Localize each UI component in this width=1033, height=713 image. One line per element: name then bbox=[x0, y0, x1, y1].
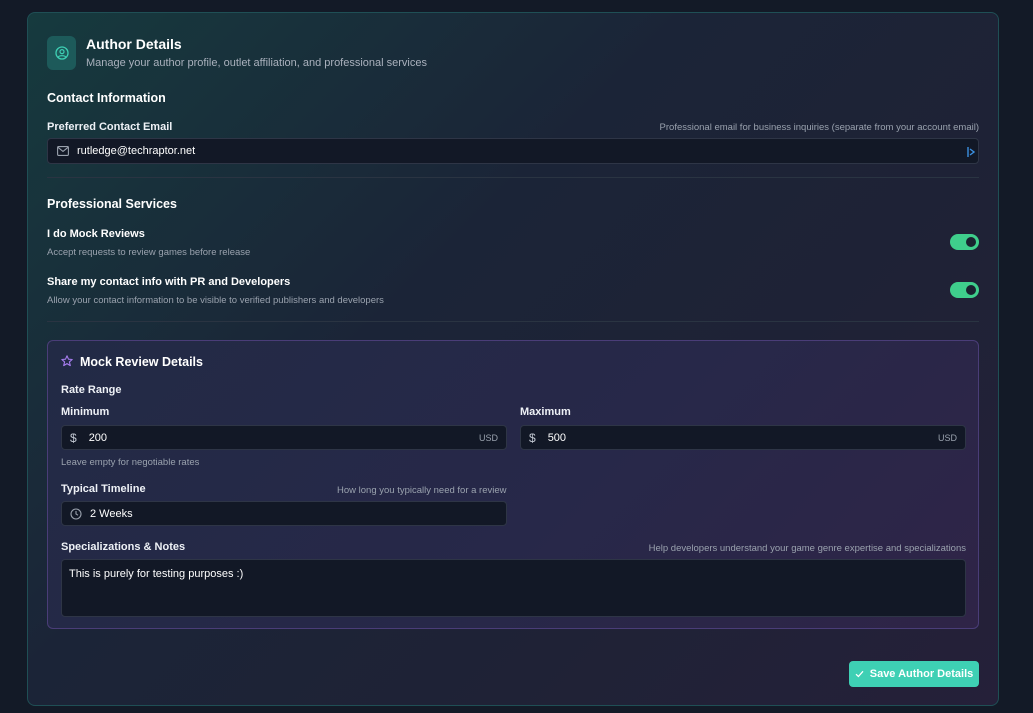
maximum-rate-value: 500 bbox=[547, 431, 567, 444]
notes-textarea[interactable]: This is purely for testing purposes :) bbox=[61, 559, 966, 617]
share-contact-description: Allow your contact information to be vis… bbox=[47, 295, 384, 306]
share-contact-title: Share my contact info with PR and Develo… bbox=[47, 276, 291, 288]
maximum-unit: USD bbox=[937, 432, 957, 443]
timeline-select[interactable]: 2 Weeks bbox=[61, 501, 507, 526]
autofill-icon bbox=[967, 146, 975, 158]
maximum-label: Maximum bbox=[520, 406, 571, 418]
email-label: Preferred Contact Email bbox=[47, 121, 173, 133]
dollar-icon: $ bbox=[529, 430, 536, 445]
contact-section-title: Contact Information bbox=[47, 91, 166, 105]
star-icon bbox=[61, 355, 73, 367]
mock-reviews-description: Accept requests to review games before r… bbox=[47, 247, 251, 258]
page-title: Author Details bbox=[86, 36, 182, 52]
services-section-title: Professional Services bbox=[47, 197, 177, 211]
save-button-label: Save Author Details bbox=[869, 668, 974, 680]
rate-hint: Leave empty for negotiable rates bbox=[61, 457, 200, 468]
divider bbox=[47, 177, 979, 178]
email-value: rutledge@techraptor.net bbox=[77, 145, 196, 157]
check-icon bbox=[855, 670, 864, 678]
share-contact-toggle[interactable] bbox=[950, 282, 979, 298]
mail-icon bbox=[57, 146, 69, 156]
timeline-value: 2 Weeks bbox=[90, 507, 133, 520]
toggle-knob bbox=[966, 237, 976, 247]
rate-range-label: Rate Range bbox=[61, 384, 122, 396]
notes-label: Specializations & Notes bbox=[61, 541, 186, 553]
mock-reviews-toggle[interactable] bbox=[950, 234, 979, 250]
mock-review-panel: Mock Review Details Rate Range Minimum $… bbox=[47, 340, 979, 629]
email-hint: Professional email for business inquirie… bbox=[659, 122, 979, 133]
minimum-rate-input[interactable]: $ 200 USD bbox=[61, 425, 507, 450]
email-field[interactable]: rutledge@techraptor.net bbox=[47, 138, 979, 164]
author-details-card: Author Details Manage your author profil… bbox=[27, 12, 999, 706]
mock-reviews-title: I do Mock Reviews bbox=[47, 228, 145, 240]
page-subtitle: Manage your author profile, outlet affil… bbox=[86, 57, 427, 69]
divider bbox=[47, 321, 979, 322]
minimum-label: Minimum bbox=[61, 406, 110, 418]
mock-review-title: Mock Review Details bbox=[80, 355, 203, 369]
toggle-knob bbox=[966, 285, 976, 295]
notes-hint: Help developers understand your game gen… bbox=[648, 543, 966, 554]
minimum-unit: USD bbox=[478, 432, 498, 443]
timeline-label: Typical Timeline bbox=[61, 483, 146, 495]
clock-icon bbox=[70, 507, 82, 520]
maximum-rate-input[interactable]: $ 500 USD bbox=[520, 425, 966, 450]
minimum-rate-value: 200 bbox=[88, 431, 108, 444]
user-circle-icon bbox=[47, 36, 76, 70]
dollar-icon: $ bbox=[70, 430, 77, 445]
save-author-details-button[interactable]: Save Author Details bbox=[849, 661, 979, 687]
timeline-hint: How long you typically need for a review bbox=[337, 485, 507, 496]
